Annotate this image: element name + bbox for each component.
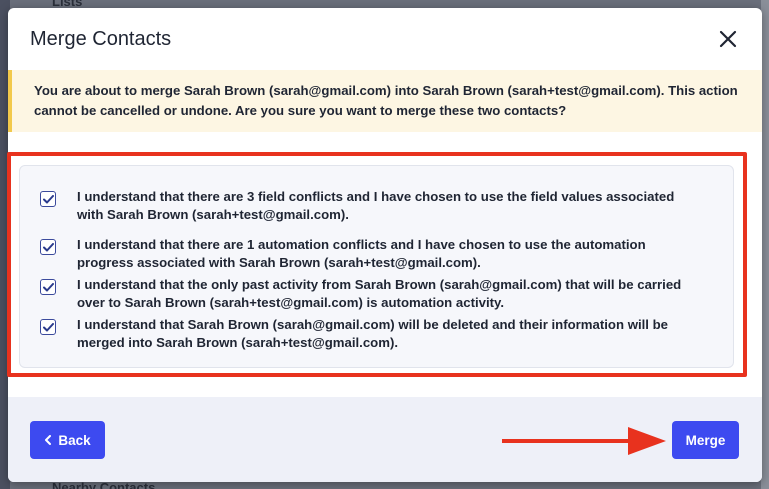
warning-prefix: You are about to merge [34, 83, 184, 98]
warning-target-contact: Sarah Brown (sarah+test@gmail.com) [422, 83, 661, 98]
confirmation-line: I understand that Sarah Brown (sarah@gma… [77, 317, 668, 332]
confirmation-checkbox[interactable] [40, 319, 56, 335]
checkmark-icon [42, 322, 54, 331]
confirmation-line: I understand that the only past activity… [77, 277, 682, 292]
back-button[interactable]: Back [30, 421, 105, 459]
modal-footer: Back Merge [8, 397, 762, 482]
modal-title: Merge Contacts [30, 27, 172, 50]
confirmation-checkbox[interactable] [40, 191, 56, 207]
checkmark-icon [42, 242, 54, 251]
chevron-left-icon [45, 435, 52, 445]
merge-button[interactable]: Merge [672, 421, 739, 459]
confirmation-text: I understand that the only past activity… [77, 276, 717, 312]
merge-warning-banner: You are about to merge Sarah Brown (sara… [8, 70, 762, 132]
confirmation-checkbox[interactable] [40, 239, 56, 255]
background-scrollbar [761, 0, 769, 489]
checkmark-icon [42, 282, 54, 291]
confirmation-checkbox[interactable] [40, 279, 56, 295]
confirmation-text: I understand that there are 1 automation… [77, 236, 717, 272]
confirmation-line: with Sarah Brown (sarah+test@gmail.com). [77, 207, 349, 222]
confirmation-text: I understand that Sarah Brown (sarah@gma… [77, 316, 717, 352]
confirmation-line: merged into Sarah Brown (sarah+test@gmai… [77, 335, 399, 350]
back-button-label: Back [58, 432, 91, 448]
confirmation-checklist: I understand that there are 3 field conf… [19, 165, 734, 368]
modal-header: Merge Contacts [8, 8, 762, 70]
close-button[interactable] [716, 27, 740, 51]
confirmation-text: I understand that there are 3 field conf… [77, 188, 717, 224]
confirmation-line: I understand that there are 3 field conf… [77, 189, 675, 204]
confirmation-line: I understand that there are 1 automation… [77, 237, 646, 252]
checkmark-icon [42, 194, 54, 203]
close-icon [719, 30, 737, 48]
annotation-arrow-icon [502, 427, 666, 455]
warning-source-contact: Sarah Brown (sarah@gmail.com) [183, 83, 392, 98]
confirmation-line: progress associated with Sarah Brown (sa… [77, 255, 481, 270]
confirmation-line: over to Sarah Brown (sarah+test@gmail.co… [77, 295, 505, 310]
warning-middle: into [391, 83, 423, 98]
